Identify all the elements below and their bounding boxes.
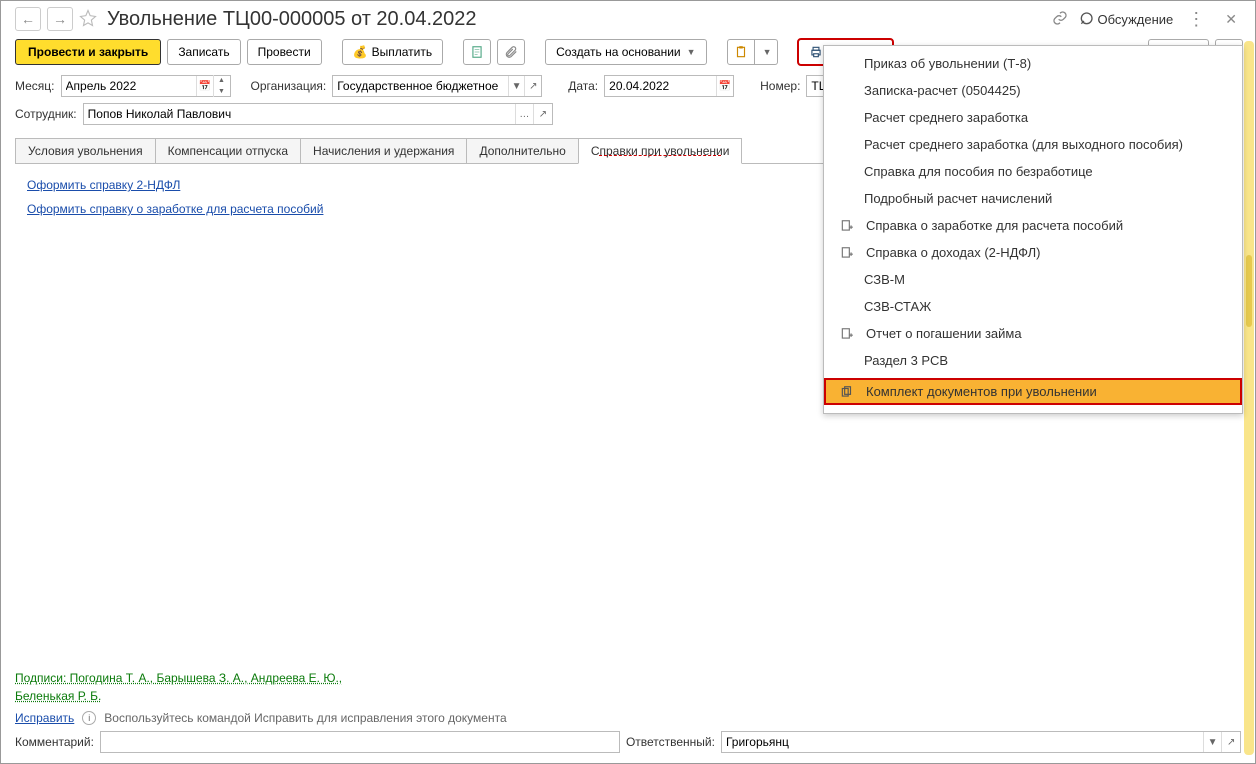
- pay-button[interactable]: 💰 Выплатить: [342, 39, 443, 65]
- menu-item-2ndfl[interactable]: Справка о доходах (2-НДФЛ): [824, 239, 1242, 266]
- org-input[interactable]: [333, 77, 507, 95]
- menu-item-zapiska[interactable]: Записка-расчет (0504425): [824, 77, 1242, 104]
- menu-item-szvstazh[interactable]: СЗВ-СТАЖ: [824, 293, 1242, 320]
- menu-item-doc-set[interactable]: Комплект документов при увольнении: [824, 378, 1242, 405]
- date-input[interactable]: [605, 77, 716, 95]
- document-icon-button[interactable]: [463, 39, 491, 65]
- date-label: Дата:: [568, 79, 598, 93]
- clipboard-button[interactable]: [727, 39, 755, 65]
- documents-icon: [836, 385, 858, 399]
- nav-forward-button[interactable]: →: [47, 7, 73, 31]
- fix-hint: Воспользуйтесь командой Исправить для ис…: [104, 711, 506, 725]
- clipboard-icon: [734, 45, 748, 59]
- tab-accruals[interactable]: Начисления и удержания: [300, 138, 467, 164]
- fix-link[interactable]: Исправить: [15, 711, 74, 725]
- menu-item-2ndfl-label: Справка о доходах (2-НДФЛ): [866, 245, 1040, 260]
- scrollbar-thumb[interactable]: [1246, 255, 1252, 326]
- month-input[interactable]: [62, 77, 197, 95]
- tab-references-label: Справки при увольнении: [591, 144, 730, 158]
- page-title: Увольнение ТЦ00-000005 от 20.04.2022: [107, 8, 1046, 31]
- favorite-star-icon[interactable]: [79, 9, 97, 30]
- chevron-down-icon: ▼: [763, 47, 772, 57]
- menu-item-loan-report-label: Отчет о погашении займа: [866, 326, 1022, 341]
- menu-item-rsv3[interactable]: Раздел 3 РСВ: [824, 347, 1242, 374]
- menu-item-unemployment[interactable]: Справка для пособия по безработице: [824, 158, 1242, 185]
- menu-item-t8[interactable]: Приказ об увольнении (Т-8): [824, 50, 1242, 77]
- create-based-label: Создать на основании: [556, 45, 681, 59]
- calendar-icon[interactable]: 📅: [716, 76, 733, 96]
- doc-plus-icon: [836, 246, 858, 260]
- post-button[interactable]: Провести: [247, 39, 322, 65]
- printer-icon: [809, 45, 823, 59]
- number-label: Номер:: [760, 79, 800, 93]
- open-icon[interactable]: ↗: [524, 76, 541, 96]
- employee-field[interactable]: … ↗: [83, 103, 553, 125]
- menu-item-doc-set-label: Комплект документов при увольнении: [866, 384, 1097, 399]
- menu-item-loan-report[interactable]: Отчет о погашении займа: [824, 320, 1242, 347]
- attachment-button[interactable]: [497, 39, 525, 65]
- responsible-field[interactable]: ▼ ↗: [721, 731, 1241, 753]
- responsible-label: Ответственный:: [626, 735, 715, 749]
- doc-plus-icon: [836, 219, 858, 233]
- employee-input[interactable]: [84, 105, 515, 123]
- chevron-down-icon[interactable]: ▼: [1203, 732, 1222, 752]
- month-field[interactable]: 📅 ▲▼: [61, 75, 231, 97]
- arrow-left-icon: ←: [21, 12, 35, 26]
- employee-label: Сотрудник:: [15, 107, 77, 121]
- org-field[interactable]: ▼ ↗: [332, 75, 542, 97]
- menu-item-earnings-ref[interactable]: Справка о заработке для расчета пособий: [824, 212, 1242, 239]
- menu-item-detailed[interactable]: Подробный расчет начислений: [824, 185, 1242, 212]
- calendar-icon[interactable]: 📅: [196, 76, 212, 96]
- comment-label: Комментарий:: [15, 735, 94, 749]
- clipboard-chevron-button[interactable]: ▼: [755, 39, 779, 65]
- arrow-right-icon: →: [53, 12, 67, 26]
- tab-conditions[interactable]: Условия увольнения: [15, 138, 156, 164]
- print-menu: Приказ об увольнении (Т-8) Записка-расче…: [823, 45, 1243, 414]
- info-icon: i: [82, 711, 96, 725]
- menu-item-earnings-ref-label: Справка о заработке для расчета пособий: [866, 218, 1123, 233]
- date-field[interactable]: 📅: [604, 75, 734, 97]
- kebab-menu-icon[interactable]: ⋮: [1183, 9, 1209, 30]
- menu-item-avg-earn-severance[interactable]: Расчет среднего заработка (для выходного…: [824, 131, 1242, 158]
- month-stepper[interactable]: ▲▼: [213, 75, 230, 97]
- tab-additional[interactable]: Дополнительно: [466, 138, 578, 164]
- scrollbar-vertical[interactable]: [1244, 41, 1254, 755]
- open-icon[interactable]: ↗: [1221, 732, 1240, 752]
- signatures-link[interactable]: Подписи: Погодина Т. А., Барышева З. А.,…: [15, 669, 1241, 705]
- org-label: Организация:: [251, 79, 327, 93]
- discussion-label: Обсуждение: [1098, 12, 1174, 27]
- pay-icon: 💰: [353, 45, 368, 59]
- pay-label: Выплатить: [372, 45, 433, 59]
- create-based-on-button[interactable]: Создать на основании ▼: [545, 39, 706, 65]
- post-and-close-button[interactable]: Провести и закрыть: [15, 39, 161, 65]
- tab-references[interactable]: Справки при увольнении: [578, 138, 743, 164]
- chevron-down-icon[interactable]: ▼: [508, 76, 525, 96]
- tab-compensation[interactable]: Компенсации отпуска: [155, 138, 301, 164]
- ellipsis-icon[interactable]: …: [515, 104, 533, 124]
- doc-plus-icon: [836, 327, 858, 341]
- open-icon[interactable]: ↗: [533, 104, 551, 124]
- save-button[interactable]: Записать: [167, 39, 240, 65]
- comment-field[interactable]: [100, 731, 620, 753]
- month-label: Месяц:: [15, 79, 55, 93]
- nav-back-button[interactable]: ←: [15, 7, 41, 31]
- paperclip-icon: [504, 45, 518, 59]
- chevron-down-icon: ▼: [687, 47, 696, 57]
- comment-input[interactable]: [101, 733, 619, 751]
- menu-item-avg-earn[interactable]: Расчет среднего заработка: [824, 104, 1242, 131]
- responsible-input[interactable]: [722, 733, 1203, 751]
- link-icon[interactable]: [1052, 10, 1068, 29]
- close-icon[interactable]: ✕: [1219, 11, 1243, 28]
- document-icon: [470, 45, 484, 59]
- menu-item-szvm[interactable]: СЗВ-М: [824, 266, 1242, 293]
- discussion-button[interactable]: Обсуждение: [1078, 11, 1174, 27]
